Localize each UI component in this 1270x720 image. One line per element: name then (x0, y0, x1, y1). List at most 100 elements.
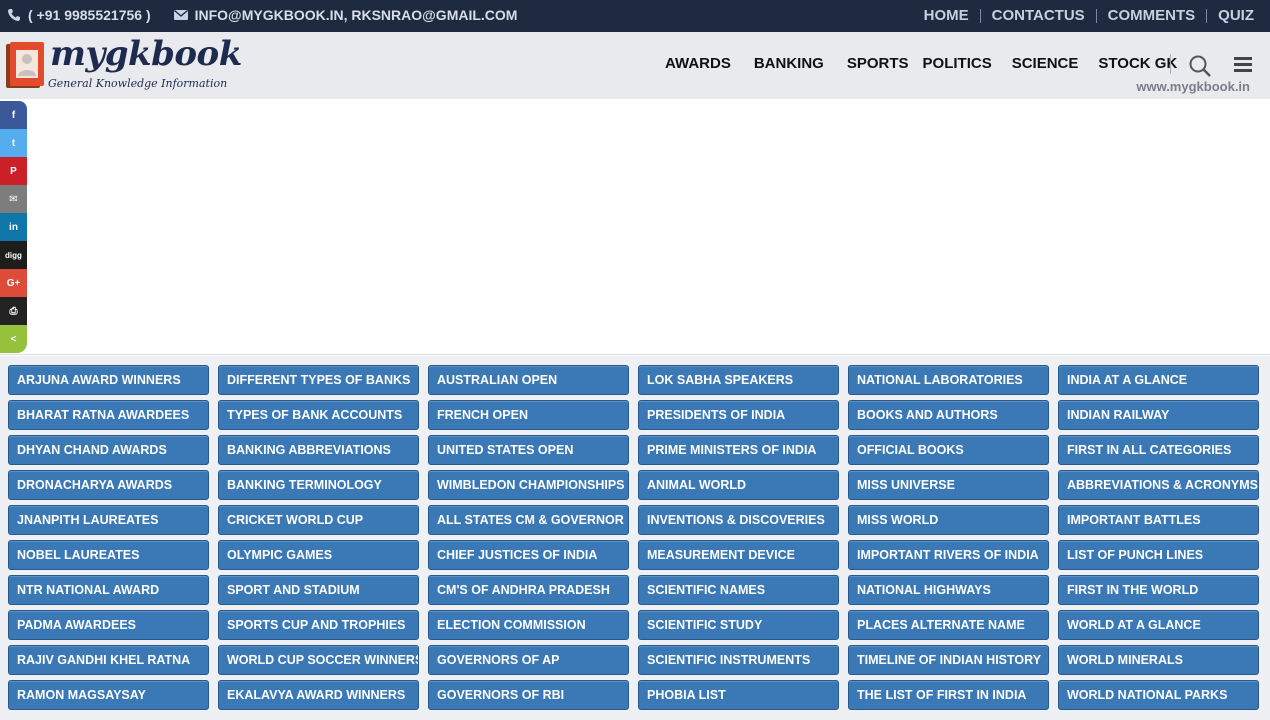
topic-link-button[interactable]: ELECTION COMMISSION (428, 610, 629, 640)
link-column: NATIONAL LABORATORIES BOOKS AND AUTHORS OF… (848, 365, 1049, 710)
topic-link-button[interactable]: BANKING TERMINOLOGY (218, 470, 419, 500)
topic-link-button[interactable]: RAMON MAGSAYSAY (8, 680, 209, 710)
site-url: www.mygkbook.in (1136, 79, 1250, 94)
topic-link-button[interactable]: WIMBLEDON CHAMPIONSHIPS (428, 470, 629, 500)
topic-link-button[interactable]: MEASUREMENT DEVICE (638, 540, 839, 570)
book-logo-icon[interactable] (6, 42, 44, 90)
topic-link-button[interactable]: BANKING ABBREVIATIONS (218, 435, 419, 465)
topic-link-button[interactable]: TIMELINE OF INDIAN HISTORY (848, 645, 1049, 675)
email-addresses: INFO@MYGKBOOK.IN, RKSNRAO@GMAIL.COM (194, 7, 518, 23)
phone-icon (6, 7, 22, 23)
topic-link-button[interactable]: GOVERNORS OF AP (428, 645, 629, 675)
topic-link-button[interactable]: PRESIDENTS OF INDIA (638, 400, 839, 430)
google-plus-share-icon[interactable]: G+ (0, 269, 27, 297)
topic-link-button[interactable]: ARJUNA AWARD WINNERS (8, 365, 209, 395)
top-nav-quiz[interactable]: QUIZ (1207, 7, 1254, 24)
topic-link-button[interactable]: OFFICIAL BOOKS (848, 435, 1049, 465)
topic-link-button[interactable]: CM'S OF ANDHRA PRADESH (428, 575, 629, 605)
topic-link-button[interactable]: LOK SABHA SPEAKERS (638, 365, 839, 395)
topic-link-button[interactable]: JNANPITH LAUREATES (8, 505, 209, 535)
linkedin-share-icon[interactable]: in (0, 213, 27, 241)
topic-link-button[interactable]: PLACES ALTERNATE NAME (848, 610, 1049, 640)
topic-link-button[interactable]: MISS WORLD (848, 505, 1049, 535)
topic-link-button[interactable]: IMPORTANT BATTLES (1058, 505, 1259, 535)
digg-share-icon[interactable]: digg (0, 241, 27, 269)
topic-links-grid: ARJUNA AWARD WINNERS BHARAT RATNA AWARDEE… (8, 365, 1259, 710)
main-nav: AWARDS BANKING SPORTS POLITICS SCIENCE S… (665, 55, 1177, 72)
top-nav-home[interactable]: HOME (913, 7, 980, 24)
share-share-icon[interactable]: < (0, 325, 27, 353)
nav-awards[interactable]: AWARDS (665, 55, 731, 72)
topic-link-button[interactable]: DIFFERENT TYPES OF BANKS (218, 365, 419, 395)
topic-link-button[interactable]: NOBEL LAUREATES (8, 540, 209, 570)
topic-link-button[interactable]: CRICKET WORLD CUP (218, 505, 419, 535)
topic-link-button[interactable]: PRIME MINISTERS OF INDIA (638, 435, 839, 465)
link-column: LOK SABHA SPEAKERS PRESIDENTS OF INDIA PRI… (638, 365, 839, 710)
topic-link-button[interactable]: ANIMAL WORLD (638, 470, 839, 500)
topic-link-button[interactable]: UNITED STATES OPEN (428, 435, 629, 465)
topic-link-button[interactable]: SCIENTIFIC NAMES (638, 575, 839, 605)
topic-link-button[interactable]: DHYAN CHAND AWARDS (8, 435, 209, 465)
topic-link-button[interactable]: WORLD NATIONAL PARKS (1058, 680, 1259, 710)
twitter-share-icon[interactable]: t (0, 129, 27, 157)
topic-link-button[interactable]: AUSTRALIAN OPEN (428, 365, 629, 395)
nav-sports[interactable]: SPORTS (847, 55, 909, 72)
nav-stock-gk[interactable]: STOCK GK (1098, 55, 1177, 72)
topic-link-button[interactable]: INVENTIONS & DISCOVERIES (638, 505, 839, 535)
social-share-bar: f t P ✉ in digg G+ ⎙ < (0, 101, 27, 353)
topic-link-button[interactable]: PADMA AWARDEES (8, 610, 209, 640)
link-column: ARJUNA AWARD WINNERS BHARAT RATNA AWARDEE… (8, 365, 209, 710)
top-nav-comments[interactable]: COMMENTS (1097, 7, 1207, 24)
pinterest-share-icon[interactable]: P (0, 157, 27, 185)
ad-space (0, 99, 1270, 355)
nav-banking[interactable]: BANKING (754, 55, 824, 72)
topic-link-button[interactable]: PHOBIA LIST (638, 680, 839, 710)
header-divider (1170, 54, 1171, 74)
topic-link-button[interactable]: EKALAVYA AWARD WINNERS (218, 680, 419, 710)
topic-link-button[interactable]: FRENCH OPEN (428, 400, 629, 430)
facebook-share-icon[interactable]: f (0, 101, 27, 129)
top-nav: HOME CONTACTUS COMMENTS QUIZ (913, 7, 1254, 24)
topic-link-button[interactable]: SPORT AND STADIUM (218, 575, 419, 605)
topic-link-button[interactable]: INDIA AT A GLANCE (1058, 365, 1259, 395)
topic-link-button[interactable]: FIRST IN ALL CATEGORIES (1058, 435, 1259, 465)
topic-link-button[interactable]: BOOKS AND AUTHORS (848, 400, 1049, 430)
topic-link-button[interactable]: MISS UNIVERSE (848, 470, 1049, 500)
topic-link-button[interactable]: INDIAN RAILWAY (1058, 400, 1259, 430)
nav-science[interactable]: SCIENCE (1012, 55, 1079, 72)
search-icon[interactable] (1188, 54, 1212, 78)
topic-link-button[interactable]: IMPORTANT RIVERS OF INDIA (848, 540, 1049, 570)
hamburger-menu-icon[interactable] (1234, 57, 1252, 73)
topic-link-button[interactable]: SPORTS CUP AND TROPHIES (218, 610, 419, 640)
topic-link-button[interactable]: WORLD MINERALS (1058, 645, 1259, 675)
logo-subtitle: General Knowledge Information (48, 77, 228, 90)
top-bar: ( +91 9985521756 ) INFO@MYGKBOOK.IN, RKS… (0, 0, 1270, 32)
topic-link-button[interactable]: ALL STATES CM & GOVERNOR (428, 505, 629, 535)
top-nav-contactus[interactable]: CONTACTUS (981, 7, 1096, 24)
topic-link-button[interactable]: NATIONAL LABORATORIES (848, 365, 1049, 395)
topic-link-button[interactable]: LIST OF PUNCH LINES (1058, 540, 1259, 570)
topic-link-button[interactable]: BHARAT RATNA AWARDEES (8, 400, 209, 430)
topic-link-button[interactable]: GOVERNORS OF RBI (428, 680, 629, 710)
nav-politics[interactable]: POLITICS (923, 55, 992, 72)
topic-link-button[interactable]: OLYMPIC GAMES (218, 540, 419, 570)
topic-link-button[interactable]: DRONACHARYA AWARDS (8, 470, 209, 500)
topic-link-button[interactable]: SCIENTIFIC STUDY (638, 610, 839, 640)
link-column: AUSTRALIAN OPEN FRENCH OPEN UNITED STATES … (428, 365, 629, 710)
logo-title[interactable]: mygkbook (50, 34, 242, 74)
topic-link-button[interactable]: CHIEF JUSTICES OF INDIA (428, 540, 629, 570)
site-header: mygkbook General Knowledge Information A… (0, 32, 1270, 99)
topic-link-button[interactable]: FIRST IN THE WORLD (1058, 575, 1259, 605)
topic-link-button[interactable]: WORLD AT A GLANCE (1058, 610, 1259, 640)
email-share-icon[interactable]: ✉ (0, 185, 27, 213)
topic-link-button[interactable]: NATIONAL HIGHWAYS (848, 575, 1049, 605)
topic-link-button[interactable]: NTR NATIONAL AWARD (8, 575, 209, 605)
topic-link-button[interactable]: SCIENTIFIC INSTRUMENTS (638, 645, 839, 675)
topic-link-button[interactable]: TYPES OF BANK ACCOUNTS (218, 400, 419, 430)
contact-info: ( +91 9985521756 ) INFO@MYGKBOOK.IN, RKS… (6, 7, 517, 23)
topic-link-button[interactable]: ABBREVIATIONS & ACRONYMS (1058, 470, 1259, 500)
topic-link-button[interactable]: RAJIV GANDHI KHEL RATNA (8, 645, 209, 675)
print-share-icon[interactable]: ⎙ (0, 297, 27, 325)
topic-link-button[interactable]: WORLD CUP SOCCER WINNERS (218, 645, 419, 675)
topic-link-button[interactable]: THE LIST OF FIRST IN INDIA (848, 680, 1049, 710)
